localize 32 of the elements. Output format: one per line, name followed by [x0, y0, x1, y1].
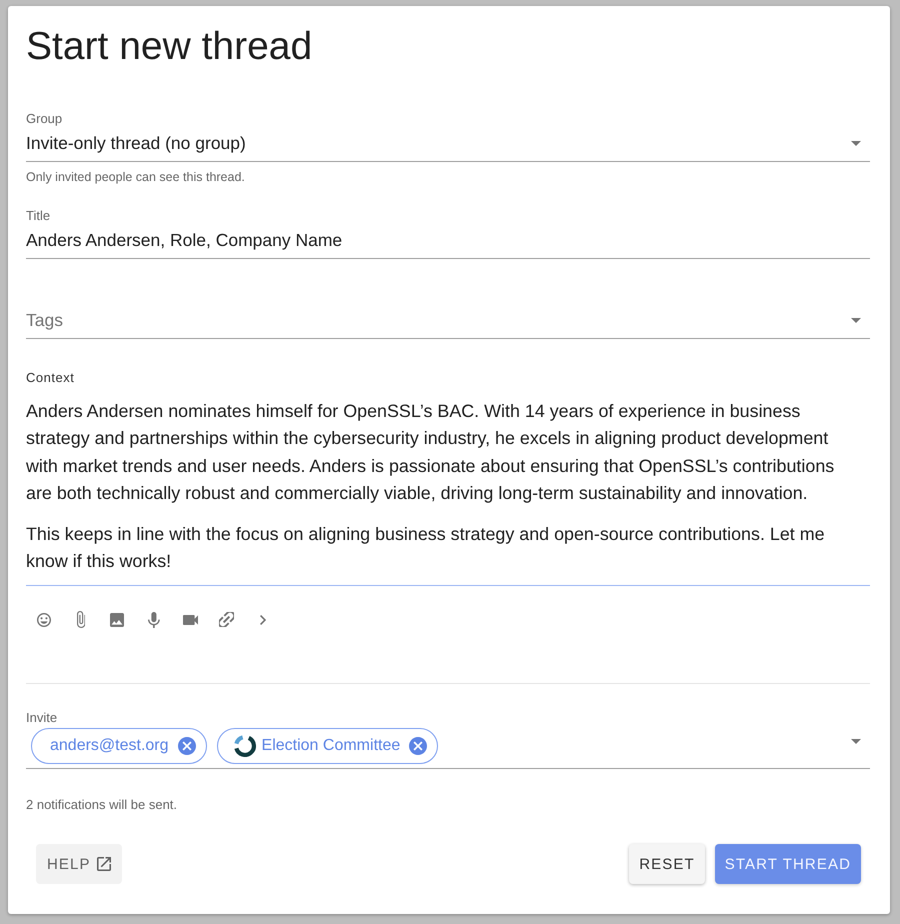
link-icon[interactable]: [219, 612, 234, 628]
dropdown-arrow-icon[interactable]: [851, 140, 861, 146]
dialog-title: Start new thread: [26, 24, 312, 70]
image-icon[interactable]: [110, 612, 124, 627]
notification-note: 2 notifications will be sent.: [26, 796, 178, 813]
field-label: Title: [26, 208, 52, 224]
recipient-chip[interactable]: anders@test.org: [31, 728, 207, 764]
invite-select[interactable]: anders@test.org Election Committee: [26, 728, 870, 769]
text-field[interactable]: Anders Andersen, Role, Company Name: [26, 228, 870, 259]
paragraph-text: Anders Andersen nominates himself for OpenSSL’s BAC. With 14 years of experience in business strategy and partnerships within the cybersecurity industry, he excels in aligning product development with market trends and user needs. Anders is passionate about ensuring that OpenSSL’s contributions are both technically robust and commercially viable, driving long-term sustainability and innovation.: [26, 400, 836, 505]
field-label: Invite: [26, 710, 58, 726]
paperclip-icon[interactable]: [76, 611, 85, 628]
ring-icon: [234, 734, 256, 757]
external-link-icon: [96, 857, 111, 871]
field-label: Context: [26, 370, 74, 386]
microphone-icon[interactable]: [148, 612, 160, 628]
reset-button[interactable]: RESET: [629, 844, 705, 884]
select-field[interactable]: Tags: [26, 308, 870, 339]
select-field[interactable]: Invite-only thread (no group): [26, 131, 870, 162]
remove-icon[interactable]: [178, 736, 196, 755]
start-thread-button[interactable]: START THREAD: [714, 844, 861, 884]
video-camera-icon[interactable]: [182, 614, 198, 625]
helper-text: Only invited people can see this thread.: [26, 169, 246, 185]
remove-icon[interactable]: [409, 736, 428, 755]
emoji-icon[interactable]: [37, 612, 52, 627]
paragraph-text: This keeps in line with the focus on aligning business strategy and open-source contributions. Let me know if this works!: [26, 522, 826, 573]
dropdown-arrow-icon[interactable]: [851, 739, 861, 744]
chevron-right-icon[interactable]: [260, 614, 266, 625]
recipient-chip[interactable]: Election Committee: [216, 728, 438, 764]
field-label: Group: [26, 111, 64, 127]
help-button[interactable]: HELP: [36, 844, 122, 884]
dropdown-arrow-icon[interactable]: [851, 318, 861, 322]
